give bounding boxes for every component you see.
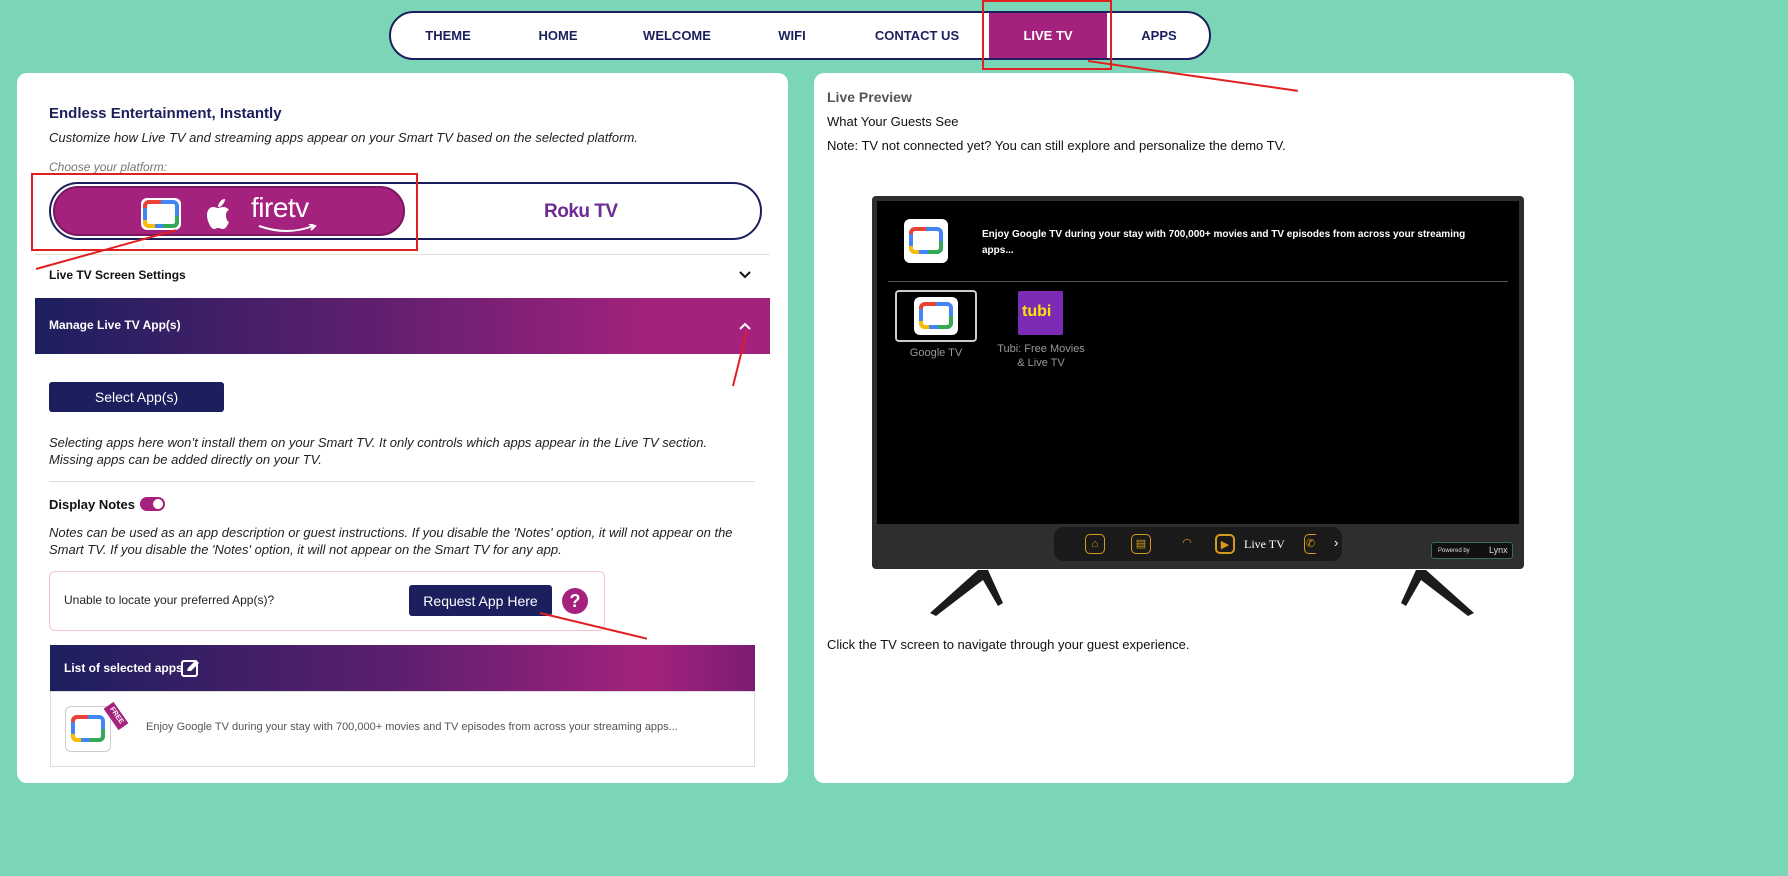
tv-app-label: Google TV <box>909 347 963 359</box>
tab-home[interactable]: HOME <box>523 13 593 58</box>
preview-footer: Click the TV screen to navigate through … <box>827 637 1190 652</box>
preview-note: Note: TV not connected yet? You can stil… <box>827 138 1286 153</box>
tv-leg-right <box>1401 570 1474 616</box>
tab-theme[interactable]: THEME <box>413 13 483 58</box>
selected-apps-header: List of selected apps <box>50 645 755 691</box>
unable-text: Unable to locate your preferred App(s)? <box>64 593 275 607</box>
tv-divider <box>888 281 1508 282</box>
google-tv-icon <box>914 297 958 335</box>
wifi-icon[interactable]: ◠ <box>1177 534 1197 554</box>
tab-contact-us[interactable]: CONTACT US <box>867 13 967 58</box>
tubi-logo-text: tubi <box>1022 303 1052 320</box>
divider <box>49 481 755 482</box>
welcome-icon[interactable]: ▤ <box>1131 534 1151 554</box>
screen-settings-header[interactable]: Live TV Screen Settings <box>49 268 186 282</box>
tab-welcome[interactable]: WELCOME <box>637 13 717 58</box>
tv-dock: ⌂ ▤ ◠ ▶ Live TV ✆ › <box>1054 527 1342 561</box>
platform-option-roku[interactable]: Roku TV <box>544 201 618 223</box>
google-tv-icon <box>904 219 948 263</box>
powered-by-text: Powered by <box>1438 548 1470 554</box>
live-tv-icon[interactable]: ▶ <box>1215 534 1235 554</box>
phone-icon[interactable]: ✆ <box>1304 534 1316 554</box>
page-title: Endless Entertainment, Instantly <box>49 105 282 122</box>
tubi-icon[interactable]: tubi <box>1018 291 1063 335</box>
manage-apps-label: Manage Live TV App(s) <box>49 318 181 332</box>
tv-header-text: Enjoy Google TV during your stay with 70… <box>982 229 1466 256</box>
help-icon[interactable]: ? <box>562 588 588 614</box>
display-notes-label: Display Notes <box>49 497 135 512</box>
google-tv-icon <box>65 706 111 752</box>
tv-app-label: Tubi: Free Movies & Live TV <box>997 343 1085 369</box>
tv-leg-left <box>930 570 1003 616</box>
manage-apps-header[interactable]: Manage Live TV App(s) <box>35 298 770 354</box>
preview-title: Live Preview <box>827 89 912 105</box>
selected-apps-label: List of selected apps <box>64 661 183 675</box>
tv-app-tile-google-tv[interactable] <box>895 290 977 342</box>
dock-next-icon[interactable]: › <box>1334 535 1338 550</box>
request-app-button[interactable]: Request App Here <box>409 585 552 616</box>
dock-live-tv-label: Live TV <box>1244 537 1285 551</box>
lynx-logo: Lynx <box>1489 545 1508 555</box>
app-description: Enjoy Google TV during your stay with 70… <box>146 721 678 733</box>
tab-wifi[interactable]: WIFI <box>767 13 817 58</box>
select-apps-button[interactable]: Select App(s) <box>49 382 224 412</box>
divider <box>35 254 770 255</box>
notes-description: Notes can be used as an app description … <box>49 525 733 557</box>
page-subtitle: Customize how Live TV and streaming apps… <box>49 130 638 145</box>
edit-icon[interactable] <box>181 658 201 678</box>
powered-by-badge: Powered by Lynx <box>1431 542 1513 559</box>
chevron-down-icon[interactable] <box>738 270 752 280</box>
select-apps-note: Selecting apps here won’t install them o… <box>49 435 708 467</box>
display-notes-toggle[interactable] <box>140 497 165 511</box>
annotation-box-live-tv <box>982 0 1112 70</box>
preview-subtitle: What Your Guests See <box>827 114 959 129</box>
tab-apps[interactable]: APPS <box>1131 13 1187 58</box>
list-item[interactable]: FREE Enjoy Google TV during your stay wi… <box>50 691 755 767</box>
annotation-box-platform <box>31 173 418 251</box>
home-icon[interactable]: ⌂ <box>1085 534 1105 554</box>
tv-screen[interactable]: Enjoy Google TV during your stay with 70… <box>877 201 1519 524</box>
